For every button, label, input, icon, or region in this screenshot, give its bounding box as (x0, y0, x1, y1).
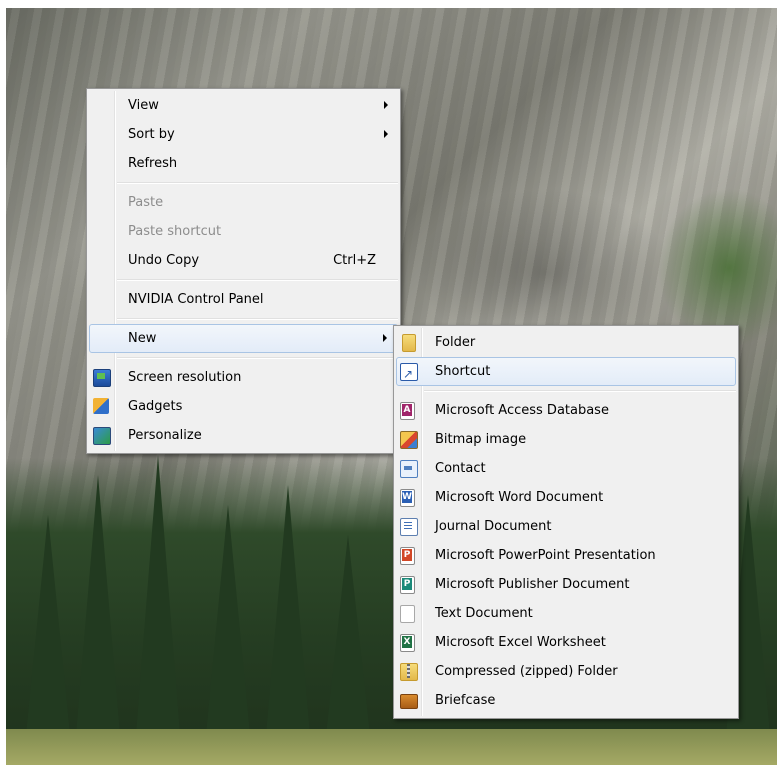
wallpaper-tree (326, 535, 370, 735)
new-item-word-document[interactable]: Microsoft Word Document (394, 483, 738, 512)
submenu-arrow-icon (384, 101, 388, 109)
shortcut-icon (400, 361, 418, 388)
menu-item-label: Microsoft Publisher Document (435, 577, 630, 592)
menu-item-label: Bitmap image (435, 432, 527, 447)
menu-separator (117, 357, 398, 359)
menu-item-screen-resolution[interactable]: Screen resolution (87, 363, 400, 392)
menu-item-paste: Paste (87, 188, 400, 217)
menu-item-gadgets[interactable]: Gadgets (87, 392, 400, 421)
wallpaper-tree (266, 485, 310, 735)
menu-separator (424, 390, 736, 392)
submenu-arrow-icon (384, 130, 388, 138)
menu-item-label: Folder (435, 335, 476, 350)
menu-item-label: Shortcut (435, 364, 491, 379)
menu-item-label: Microsoft PowerPoint Presentation (435, 548, 656, 563)
folder-icon (402, 334, 416, 352)
menu-item-sort-by[interactable]: Sort by (87, 120, 400, 149)
screen-resolution-icon (93, 369, 111, 387)
menu-item-label: Microsoft Excel Worksheet (435, 635, 606, 650)
menu-item-new[interactable]: New (89, 324, 398, 353)
new-item-text-document[interactable]: Text Document (394, 599, 738, 628)
keyboard-shortcut: Ctrl+Z (333, 253, 376, 268)
new-item-journal-document[interactable]: Journal Document (394, 512, 738, 541)
journal-icon (400, 518, 418, 536)
menu-item-label: New (128, 331, 157, 346)
wallpaper-tree (76, 475, 120, 735)
menu-item-label: Gadgets (128, 399, 183, 414)
word-icon (400, 489, 415, 507)
menu-item-label: Compressed (zipped) Folder (435, 664, 618, 679)
new-item-briefcase[interactable]: Briefcase (394, 686, 738, 715)
menu-item-label: Paste (128, 195, 164, 210)
publisher-icon (400, 576, 415, 594)
personalize-icon (93, 427, 111, 445)
menu-item-label: Personalize (128, 428, 202, 443)
access-icon (400, 402, 415, 420)
gadgets-icon (93, 398, 109, 414)
new-item-bitmap-image[interactable]: Bitmap image (394, 425, 738, 454)
new-item-excel-worksheet[interactable]: Microsoft Excel Worksheet (394, 628, 738, 657)
menu-item-undo-copy[interactable]: Undo Copy Ctrl+Z (87, 246, 400, 275)
wallpaper-greenery (657, 188, 777, 348)
menu-separator (117, 182, 398, 184)
submenu-arrow-icon (383, 334, 387, 342)
menu-item-label: Undo Copy (128, 253, 200, 268)
wallpaper-meadow (6, 729, 777, 765)
new-item-compressed-folder[interactable]: Compressed (zipped) Folder (394, 657, 738, 686)
new-item-publisher-document[interactable]: Microsoft Publisher Document (394, 570, 738, 599)
briefcase-icon (400, 694, 418, 709)
menu-item-label: Text Document (435, 606, 533, 621)
menu-separator (117, 318, 398, 320)
wallpaper-tree (206, 505, 250, 735)
contact-icon (400, 460, 418, 478)
menu-item-label: Refresh (128, 156, 178, 171)
menu-item-label: Microsoft Word Document (435, 490, 604, 505)
menu-separator (117, 279, 398, 281)
menu-item-paste-shortcut: Paste shortcut (87, 217, 400, 246)
new-item-shortcut[interactable]: Shortcut (396, 357, 736, 388)
new-item-powerpoint-presentation[interactable]: Microsoft PowerPoint Presentation (394, 541, 738, 570)
menu-item-label: Screen resolution (128, 370, 242, 385)
menu-item-view[interactable]: View (87, 91, 400, 120)
menu-item-label: Briefcase (435, 693, 496, 708)
menu-item-label: Sort by (128, 127, 175, 142)
menu-item-personalize[interactable]: Personalize (87, 421, 400, 450)
text-document-icon (400, 605, 415, 623)
menu-item-label: Contact (435, 461, 486, 476)
excel-icon (400, 634, 415, 652)
new-item-access-database[interactable]: Microsoft Access Database (394, 396, 738, 425)
menu-item-nvidia-control-panel[interactable]: NVIDIA Control Panel (87, 285, 400, 314)
menu-item-label: View (128, 98, 159, 113)
wallpaper-tree (26, 515, 70, 735)
zip-folder-icon (400, 663, 418, 681)
new-item-contact[interactable]: Contact (394, 454, 738, 483)
menu-item-label: Paste shortcut (128, 224, 222, 239)
desktop-context-menu: View Sort by Refresh Paste Paste shortcu… (86, 88, 401, 454)
new-submenu: Folder Shortcut Microsoft Access Databas… (393, 325, 739, 719)
menu-item-label: Microsoft Access Database (435, 403, 609, 418)
menu-item-label: NVIDIA Control Panel (128, 292, 264, 307)
wallpaper-tree (136, 455, 180, 735)
new-item-folder[interactable]: Folder (394, 328, 738, 357)
menu-item-refresh[interactable]: Refresh (87, 149, 400, 178)
menu-item-label: Journal Document (435, 519, 552, 534)
bitmap-icon (400, 431, 418, 449)
powerpoint-icon (400, 547, 415, 565)
